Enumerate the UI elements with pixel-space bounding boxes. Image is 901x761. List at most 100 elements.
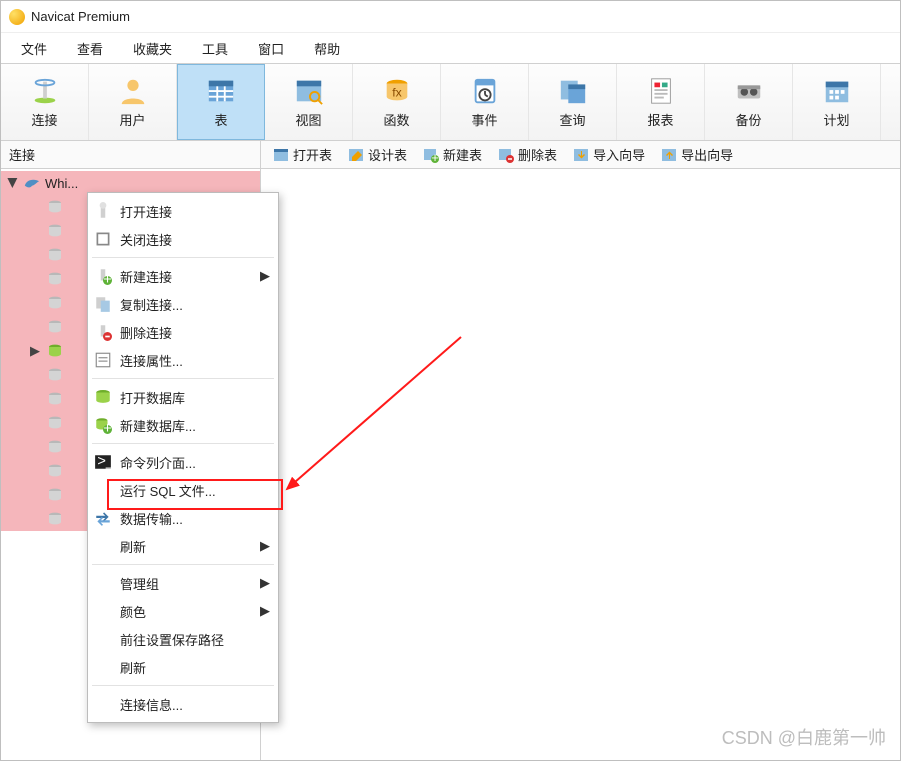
link-dup-icon bbox=[94, 295, 112, 313]
toolbar-table-button[interactable]: 表 bbox=[177, 64, 265, 140]
menu-4[interactable]: 窗口 bbox=[244, 35, 298, 62]
ctx-label: 打开连接 bbox=[120, 202, 270, 221]
ctx-label: 关闭连接 bbox=[120, 230, 270, 249]
toolbar-report-button[interactable]: 报表 bbox=[617, 64, 705, 140]
ctx-save-path[interactable]: 前往设置保存路径 bbox=[88, 625, 278, 653]
event-icon bbox=[468, 76, 502, 106]
ctx-refresh[interactable]: 刷新▶ bbox=[88, 532, 278, 560]
link-prop-icon bbox=[94, 351, 112, 369]
menu-1[interactable]: 查看 bbox=[63, 35, 117, 62]
menu-bar: 文件查看收藏夹工具窗口帮助 bbox=[1, 33, 900, 63]
database-icon bbox=[47, 440, 63, 454]
backup-icon bbox=[732, 76, 766, 106]
app-window: Navicat Premium 文件查看收藏夹工具窗口帮助 连接用户表视图fx函… bbox=[0, 0, 901, 761]
tool-export-icon bbox=[661, 147, 677, 163]
menu-5[interactable]: 帮助 bbox=[300, 35, 354, 62]
ctx-close-conn[interactable]: 关闭连接 bbox=[88, 225, 278, 253]
ctx-refresh2[interactable]: 刷新 bbox=[88, 653, 278, 681]
toolbar-user-button[interactable]: 用户 bbox=[89, 64, 177, 140]
ctx-color[interactable]: 颜色▶ bbox=[88, 597, 278, 625]
menu-separator bbox=[92, 378, 274, 379]
menu-separator bbox=[92, 564, 274, 565]
blank-icon bbox=[94, 537, 112, 555]
svg-text:fx: fx bbox=[392, 85, 401, 99]
submenu-arrow-icon: ▶ bbox=[260, 603, 270, 619]
chevron-down-icon: ▶ bbox=[5, 177, 21, 189]
tabletool-design-button[interactable]: 设计表 bbox=[342, 143, 413, 166]
toolbar-schedule-button[interactable]: 计划 bbox=[793, 64, 881, 140]
menu-2[interactable]: 收藏夹 bbox=[119, 35, 186, 62]
ctx-open-db[interactable]: 打开数据库 bbox=[88, 383, 278, 411]
blank-icon bbox=[94, 630, 112, 648]
user-icon bbox=[116, 76, 150, 106]
app-logo-icon bbox=[9, 9, 25, 25]
ctx-transfer[interactable]: 数据传输... bbox=[88, 504, 278, 532]
database-icon bbox=[47, 224, 63, 238]
tabletool-import-button[interactable]: 导入向导 bbox=[567, 143, 651, 166]
toolbar-function-button[interactable]: fx函数 bbox=[353, 64, 441, 140]
ctx-new-db[interactable]: + 新建数据库... bbox=[88, 411, 278, 439]
blank-icon bbox=[94, 695, 112, 713]
ctx-dup-conn[interactable]: 复制连接... bbox=[88, 290, 278, 318]
database-icon bbox=[47, 248, 63, 262]
ctx-group[interactable]: 管理组 ▶ bbox=[88, 569, 278, 597]
ctx-label: 连接属性... bbox=[120, 351, 270, 370]
svg-text:+: + bbox=[103, 421, 112, 434]
database-icon bbox=[47, 416, 63, 430]
ctx-label: 管理组 bbox=[120, 574, 252, 593]
toolbar-view-button[interactable]: 视图 bbox=[265, 64, 353, 140]
tabletool-label: 导入向导 bbox=[593, 145, 645, 164]
menu-3[interactable]: 工具 bbox=[188, 35, 242, 62]
tool-del-icon bbox=[498, 147, 514, 163]
tabletool-delete-button[interactable]: 删除表 bbox=[492, 143, 563, 166]
main-toolbar: 连接用户表视图fx函数事件 查询报表备份计划 bbox=[1, 63, 900, 141]
tabletool-label: 设计表 bbox=[368, 145, 407, 164]
tabletool-open-button[interactable]: 打开表 bbox=[267, 143, 338, 166]
menu-separator bbox=[92, 257, 274, 258]
ctx-conn-prop[interactable]: 连接属性... bbox=[88, 346, 278, 374]
toolbar-query-button[interactable]: 查询 bbox=[529, 64, 617, 140]
svg-text:+: + bbox=[431, 150, 439, 163]
submenu-arrow-icon: ▶ bbox=[260, 575, 270, 591]
ctx-label: 刷新 bbox=[120, 537, 252, 556]
tool-import-icon bbox=[573, 147, 589, 163]
view-icon bbox=[292, 76, 326, 106]
tabletool-new-button[interactable]: +新建表 bbox=[417, 143, 488, 166]
ctx-run-sql[interactable]: 运行 SQL 文件... bbox=[88, 476, 278, 504]
ctx-label: 打开数据库 bbox=[120, 388, 270, 407]
ctx-conn-info[interactable]: 连接信息... bbox=[88, 690, 278, 718]
function-icon: fx bbox=[380, 76, 414, 106]
content-area bbox=[261, 169, 900, 760]
toolbar-connect-button[interactable]: 连接 bbox=[1, 64, 89, 140]
blank-icon bbox=[94, 574, 112, 592]
ctx-new-conn[interactable]: +新建连接▶ bbox=[88, 262, 278, 290]
ctx-open-conn: 打开连接 bbox=[88, 197, 278, 225]
ctx-label: 新建数据库... bbox=[120, 416, 270, 435]
ctx-label: 运行 SQL 文件... bbox=[120, 481, 270, 500]
link-open-icon bbox=[94, 202, 112, 220]
menu-0[interactable]: 文件 bbox=[7, 35, 61, 62]
db-new-icon: + bbox=[94, 416, 112, 434]
database-icon bbox=[47, 464, 63, 478]
ctx-del-conn[interactable]: 删除连接 bbox=[88, 318, 278, 346]
tool-design-icon bbox=[348, 147, 364, 163]
table-icon bbox=[204, 76, 238, 106]
toolbar-label: 事件 bbox=[471, 110, 497, 129]
tabletool-label: 删除表 bbox=[518, 145, 557, 164]
query-icon bbox=[556, 76, 590, 106]
svg-text:>_: >_ bbox=[97, 453, 112, 469]
connection-name: Whi... bbox=[45, 176, 78, 191]
title-bar: Navicat Premium bbox=[1, 1, 900, 33]
menu-separator bbox=[92, 443, 274, 444]
tabletool-export-button[interactable]: 导出向导 bbox=[655, 143, 739, 166]
toolbar-event-button[interactable]: 事件 bbox=[441, 64, 529, 140]
toolbar-label: 计划 bbox=[823, 110, 849, 129]
tabletool-label: 导出向导 bbox=[681, 145, 733, 164]
db-open-icon bbox=[94, 388, 112, 406]
secondary-bar: 连接 打开表设计表+新建表删除表导入向导导出向导 bbox=[1, 141, 900, 169]
toolbar-backup-button[interactable]: 备份 bbox=[705, 64, 793, 140]
transfer-icon bbox=[94, 509, 112, 527]
ctx-cli[interactable]: >_命令列介面... bbox=[88, 448, 278, 476]
ctx-label: 前往设置保存路径 bbox=[120, 630, 270, 649]
mysql-dolphin-icon bbox=[23, 176, 41, 190]
